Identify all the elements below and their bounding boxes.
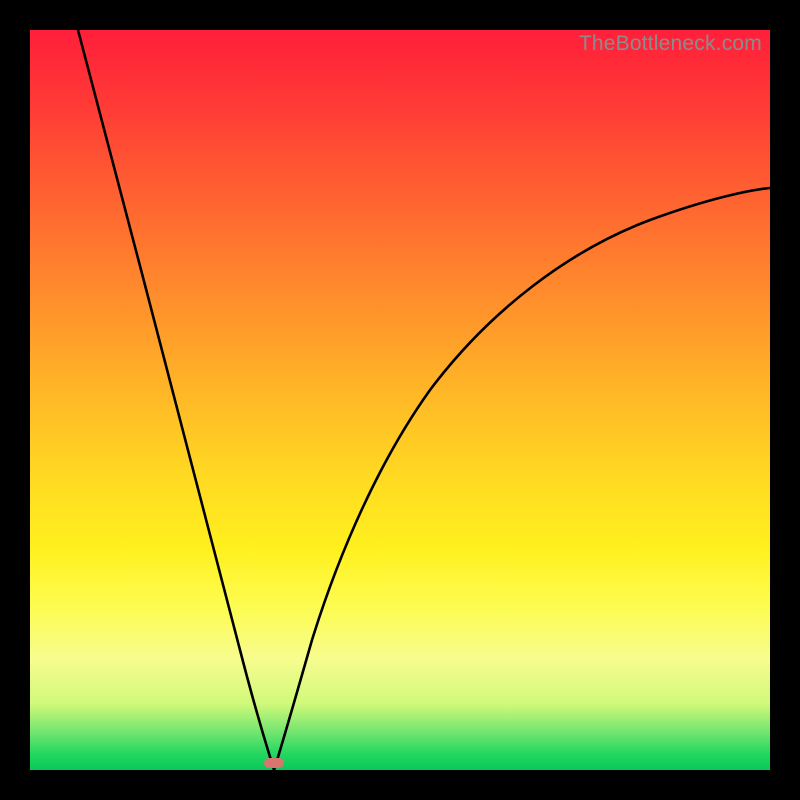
optimal-point-marker — [264, 758, 284, 768]
chart-frame: TheBottleneck.com — [30, 30, 770, 770]
curve-right-branch — [274, 188, 770, 770]
watermark-text: TheBottleneck.com — [579, 32, 762, 56]
bottleneck-curve — [30, 30, 770, 770]
curve-left-branch — [78, 30, 274, 770]
